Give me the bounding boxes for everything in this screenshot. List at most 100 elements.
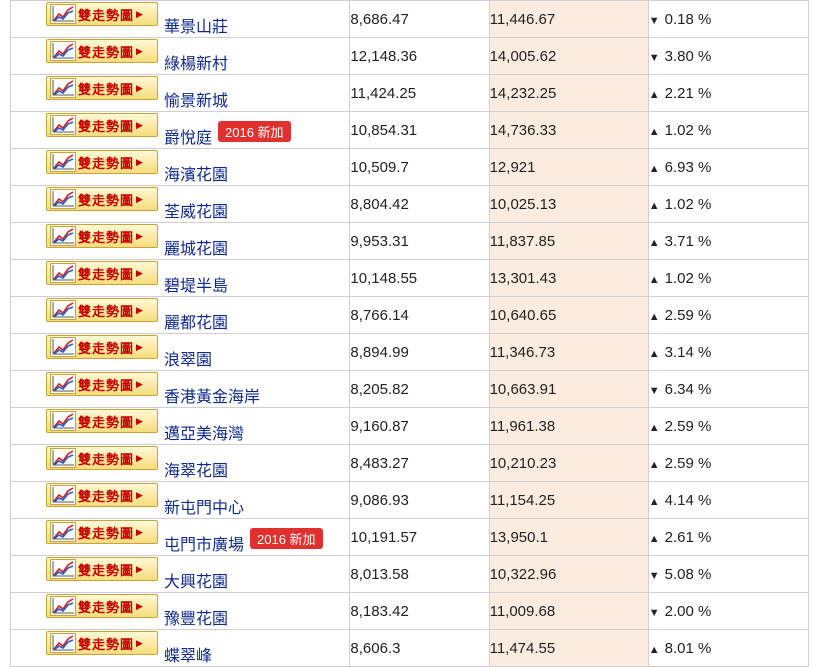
dual-trend-chart-button[interactable]: 雙走勢圖 ▶ (46, 483, 158, 507)
estate-cell: 雙走勢圖 ▶ 浪翠園 (9, 333, 351, 371)
price-cell-b: 14,005.62 (488, 37, 649, 75)
estate-name-link[interactable]: 麗城花園 (164, 235, 228, 259)
estate-name-link[interactable]: 綠楊新村 (164, 50, 228, 74)
estate-name-link[interactable]: 大興花園 (164, 568, 228, 592)
dual-trend-chart-button[interactable]: 雙走勢圖 ▶ (46, 113, 158, 137)
change-cell: ▲ 6.93 % (647, 148, 810, 186)
line-chart-icon (50, 4, 76, 24)
estate-name-link[interactable]: 蝶翠峰 (164, 642, 212, 666)
line-chart-icon (50, 411, 76, 431)
estate-name-link[interactable]: 愉景新城 (164, 87, 228, 111)
dual-trend-chart-label: 雙走勢圖 (78, 7, 135, 23)
table-row: 雙走勢圖 ▶ 海濱花園 10,509.7 12,921 ▲ 6.93 % (9, 148, 810, 186)
table-row: 雙走勢圖 ▶ 大興花園 8,013.58 10,322.96 ▼ 5.08 % (9, 555, 810, 593)
change-cell: ▼ 3.80 % (647, 37, 810, 75)
arrow-up-icon: ▲ (648, 88, 660, 101)
line-chart-icon (50, 485, 76, 505)
estate-name-link[interactable]: 香港黃金海岸 (164, 383, 260, 407)
triangle-right-icon: ▶ (136, 119, 143, 130)
dual-trend-chart-label: 雙走勢圖 (78, 266, 135, 282)
line-chart-icon (50, 448, 76, 468)
line-chart-icon (50, 189, 76, 209)
dual-trend-chart-button[interactable]: 雙走勢圖 ▶ (46, 594, 158, 618)
estate-name-link[interactable]: 豫豐花園 (164, 605, 228, 629)
dual-trend-chart-button[interactable]: 雙走勢圖 ▶ (46, 557, 158, 581)
dual-trend-chart-button[interactable]: 雙走勢圖 ▶ (46, 39, 158, 63)
change-cell: ▼ 5.08 % (647, 555, 810, 593)
new-2016-badge: 2016 新加 (250, 528, 323, 549)
estate-name-link[interactable]: 海翠花園 (164, 457, 228, 481)
dual-trend-chart-button[interactable]: 雙走勢圖 ▶ (46, 335, 158, 359)
change-cell: ▼ 2.00 % (647, 592, 810, 630)
estate-cell: 雙走勢圖 ▶ 蝶翠峰 (9, 629, 351, 667)
dual-trend-chart-label: 雙走勢圖 (78, 488, 135, 504)
dual-trend-chart-button[interactable]: 雙走勢圖 ▶ (46, 631, 158, 655)
estate-cell: 雙走勢圖 ▶ 愉景新城 (9, 74, 351, 112)
dual-trend-chart-button[interactable]: 雙走勢圖 ▶ (46, 520, 158, 544)
estate-cell: 雙走勢圖 ▶ 大興花園 (9, 555, 351, 593)
estate-name-link[interactable]: 浪翠園 (164, 346, 212, 370)
dual-trend-chart-button[interactable]: 雙走勢圖 ▶ (46, 150, 158, 174)
dual-trend-chart-button[interactable]: 雙走勢圖 ▶ (46, 298, 158, 322)
price-cell-b: 11,837.85 (488, 222, 649, 260)
line-chart-icon (50, 115, 76, 135)
price-cell-a: 8,013.58 (349, 555, 490, 593)
price-cell-a: 10,854.31 (349, 111, 490, 149)
table-row: 雙走勢圖 ▶ 麗都花園 8,766.14 10,640.65 ▲ 2.59 % (9, 296, 810, 334)
price-cell-b: 11,154.25 (488, 481, 649, 519)
dual-trend-chart-label: 雙走勢圖 (78, 377, 135, 393)
change-value: 6.93 % (664, 158, 712, 176)
price-cell-b: 10,663.91 (488, 370, 649, 408)
change-value: 3.71 % (664, 232, 712, 250)
arrow-up-icon: ▲ (648, 421, 660, 434)
estate-name-link[interactable]: 爵悅庭 (164, 124, 212, 148)
triangle-right-icon: ▶ (136, 304, 143, 315)
dual-trend-chart-label: 雙走勢圖 (78, 599, 135, 615)
dual-trend-chart-button[interactable]: 雙走勢圖 ▶ (46, 224, 158, 248)
change-value: 2.00 % (664, 602, 712, 620)
estate-name-link[interactable]: 新屯門中心 (164, 494, 244, 518)
price-cell-a: 8,766.14 (349, 296, 490, 334)
triangle-right-icon: ▶ (136, 193, 143, 204)
dual-trend-chart-button[interactable]: 雙走勢圖 ▶ (46, 76, 158, 100)
change-value: 0.18 % (664, 10, 712, 28)
estate-name-link[interactable]: 海濱花園 (164, 161, 228, 185)
price-cell-a: 9,160.87 (349, 407, 490, 445)
table-row: 雙走勢圖 ▶ 華景山莊 8,686.47 11,446.67 ▼ 0.18 % (9, 0, 810, 38)
dual-trend-chart-button[interactable]: 雙走勢圖 ▶ (46, 446, 158, 470)
dual-trend-chart-button[interactable]: 雙走勢圖 ▶ (46, 409, 158, 433)
estate-cell: 雙走勢圖 ▶ 新屯門中心 (9, 481, 351, 519)
price-cell-a: 10,509.7 (349, 148, 490, 186)
estate-name-link[interactable]: 荃威花園 (164, 198, 228, 222)
arrow-up-icon: ▲ (648, 199, 660, 212)
change-value: 4.14 % (664, 491, 712, 509)
estate-cell: 雙走勢圖 ▶ 屯門市廣場 2016 新加 (9, 518, 351, 556)
triangle-right-icon: ▶ (136, 489, 143, 500)
dual-trend-chart-label: 雙走勢圖 (78, 340, 135, 356)
arrow-down-icon: ▼ (648, 569, 660, 582)
dual-trend-chart-label: 雙走勢圖 (78, 414, 135, 430)
estate-name-link[interactable]: 麗都花園 (164, 309, 228, 333)
estate-name-link[interactable]: 邁亞美海灣 (164, 420, 244, 444)
estate-cell: 雙走勢圖 ▶ 荃威花園 (9, 185, 351, 223)
price-cell-a: 9,086.93 (349, 481, 490, 519)
price-cell-a: 10,191.57 (349, 518, 490, 556)
arrow-up-icon: ▲ (648, 273, 660, 286)
dual-trend-chart-label: 雙走勢圖 (78, 155, 135, 171)
dual-trend-chart-button[interactable]: 雙走勢圖 ▶ (46, 261, 158, 285)
dual-trend-chart-button[interactable]: 雙走勢圖 ▶ (46, 372, 158, 396)
estate-name-link[interactable]: 碧堤半島 (164, 272, 228, 296)
price-cell-a: 8,686.47 (349, 0, 490, 38)
dual-trend-chart-button[interactable]: 雙走勢圖 ▶ (46, 187, 158, 211)
change-value: 1.02 % (664, 195, 712, 213)
dual-trend-chart-button[interactable]: 雙走勢圖 ▶ (46, 2, 158, 26)
price-cell-b: 11,009.68 (488, 592, 649, 630)
price-cell-a: 11,424.25 (349, 74, 490, 112)
estate-name-link[interactable]: 屯門市廣場 (164, 531, 244, 555)
table-row: 雙走勢圖 ▶ 蝶翠峰 8,606.3 11,474.55 ▲ 8.01 % (9, 629, 810, 667)
arrow-up-icon: ▲ (648, 236, 660, 249)
estate-cell: 雙走勢圖 ▶ 海濱花園 (9, 148, 351, 186)
estate-name-link[interactable]: 華景山莊 (164, 13, 228, 37)
line-chart-icon (50, 226, 76, 246)
price-cell-b: 11,446.67 (488, 0, 649, 38)
